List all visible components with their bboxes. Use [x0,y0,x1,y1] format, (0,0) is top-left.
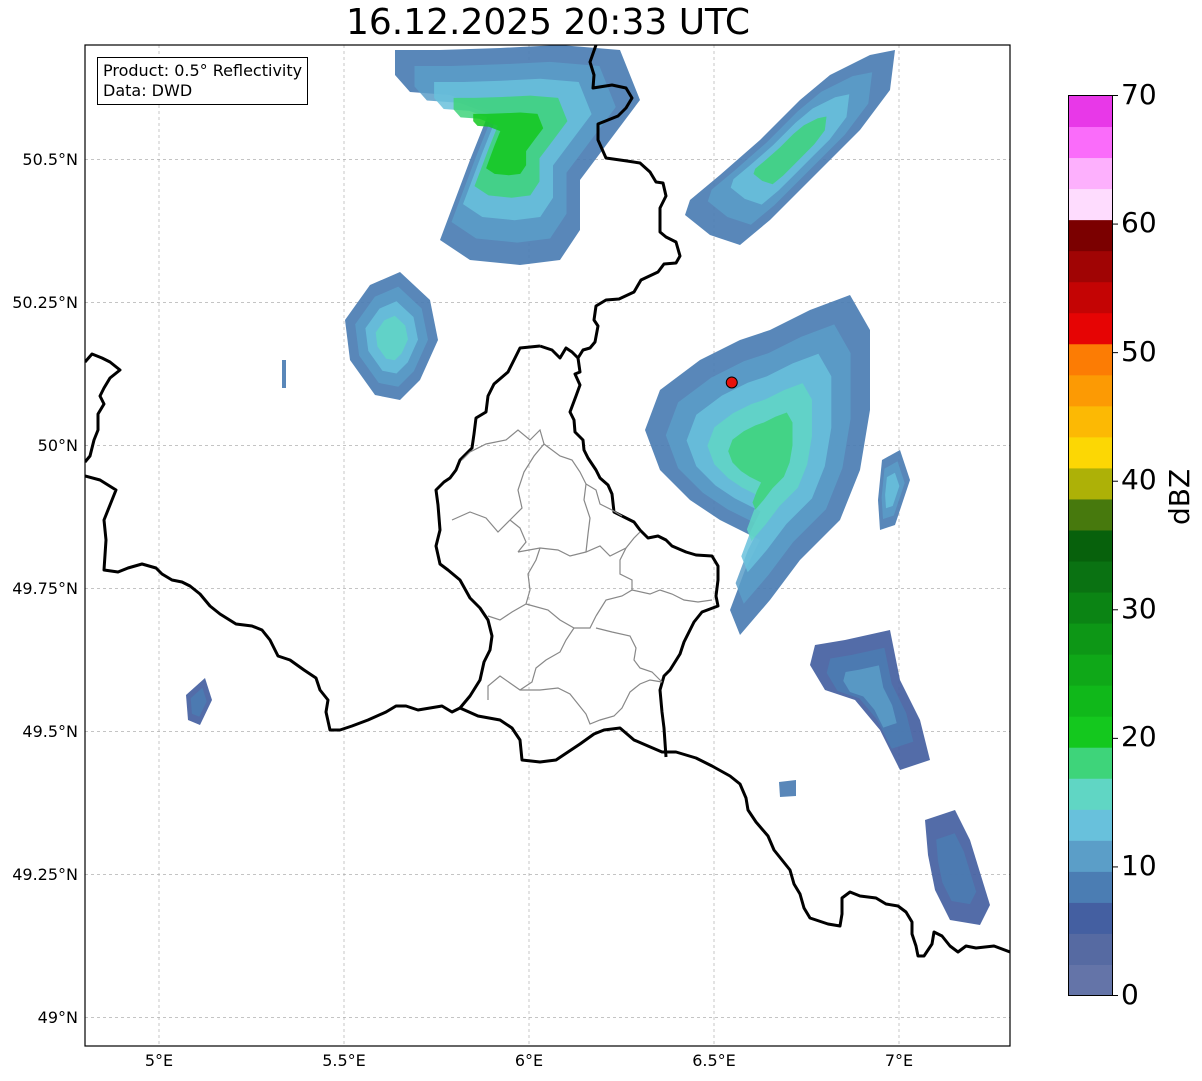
lon-tick-label: 5°E [144,1051,174,1070]
colorbar-band [1068,964,1113,996]
border-lux-belgium-west [434,344,541,709]
colorbar-band [1068,126,1113,159]
colorbar-tick-label: 0 [1121,977,1139,1011]
colorbar-band [1068,498,1113,531]
colorbar-band [1068,157,1113,190]
colorbar-tick-label: 30 [1121,591,1157,625]
lat-tick-label: 49.5°N [22,722,78,742]
canton-line [519,627,575,691]
canton-line [631,589,713,603]
canton-line [525,603,597,629]
canton-line [509,519,527,553]
lat-tick-label: 50.5°N [22,150,78,170]
colorbar [1068,95,1118,996]
lon-tick-label: 7°E [884,1051,914,1070]
colorbar-band [1068,933,1113,965]
colorbar-label: dBZ [1163,468,1196,525]
canton-line [583,483,591,553]
colorbar-tick-label: 60 [1121,206,1157,240]
product-label: Product: 0.5° Reflectivity [103,61,303,80]
colorbar-band [1068,312,1113,345]
colorbar-tick-label: 20 [1121,720,1157,754]
colorbar-band [1068,374,1113,407]
lat-tick-label: 49.25°N [12,865,78,885]
canton-line [517,531,641,557]
lat-tick-label: 49°N [37,1008,78,1028]
canton-line [543,443,623,517]
colorbar-band [1068,188,1113,221]
colorbar-band [1068,250,1113,283]
colorbar-band [1068,436,1113,469]
colorbar-tick-label: 40 [1121,463,1157,497]
colorbar-band [1068,219,1113,252]
colorbar-bands [1068,95,1113,996]
lat-tick-label: 50°N [37,436,78,456]
border-belgium-france-north [85,352,122,463]
canton-line [487,675,663,725]
colorbar-band [1068,871,1113,903]
colorbar-band [1068,716,1113,748]
colorbar-tick-label: 10 [1121,848,1157,882]
colorbar-band [1068,467,1113,500]
lat-tick-label: 50.25°N [12,293,78,313]
border-belgium-france [85,474,461,732]
lon-tick-label: 6.5°E [692,1051,736,1070]
colorbar-band [1068,747,1113,779]
colorbar-band [1068,809,1113,841]
echo-area [779,780,796,797]
radar-site-marker [725,376,738,389]
colorbar-band [1068,561,1113,593]
colorbar-band [1068,405,1113,438]
border-lux-north [539,344,580,360]
source-label: Data: DWD [103,81,193,100]
colorbar-tick-label: 50 [1121,334,1157,368]
colorbar-band [1068,281,1113,314]
colorbar-band [1068,685,1113,717]
canton-line [595,627,663,683]
canton-line [595,547,633,617]
colorbar-tick-marks [1112,95,1118,996]
colorbar-band [1068,840,1113,872]
lat-tick-label: 49.75°N [12,579,78,599]
lon-tick-label: 6°E [514,1051,544,1070]
info-box: Product: 0.5° Reflectivity Data: DWD [97,57,309,105]
colorbar-band [1068,623,1113,655]
colorbar-band [1068,654,1113,686]
colorbar-band [1068,95,1113,128]
echo-area [282,360,286,388]
colorbar-band [1068,592,1113,624]
colorbar-band [1068,343,1113,376]
canton-line [487,547,541,621]
colorbar-band [1068,902,1113,934]
colorbar-tick-label: 70 [1121,77,1157,111]
radar-map [84,44,1011,1047]
colorbar-band [1068,778,1113,810]
lon-tick-label: 5.5°E [322,1051,366,1070]
colorbar-band [1068,529,1113,562]
